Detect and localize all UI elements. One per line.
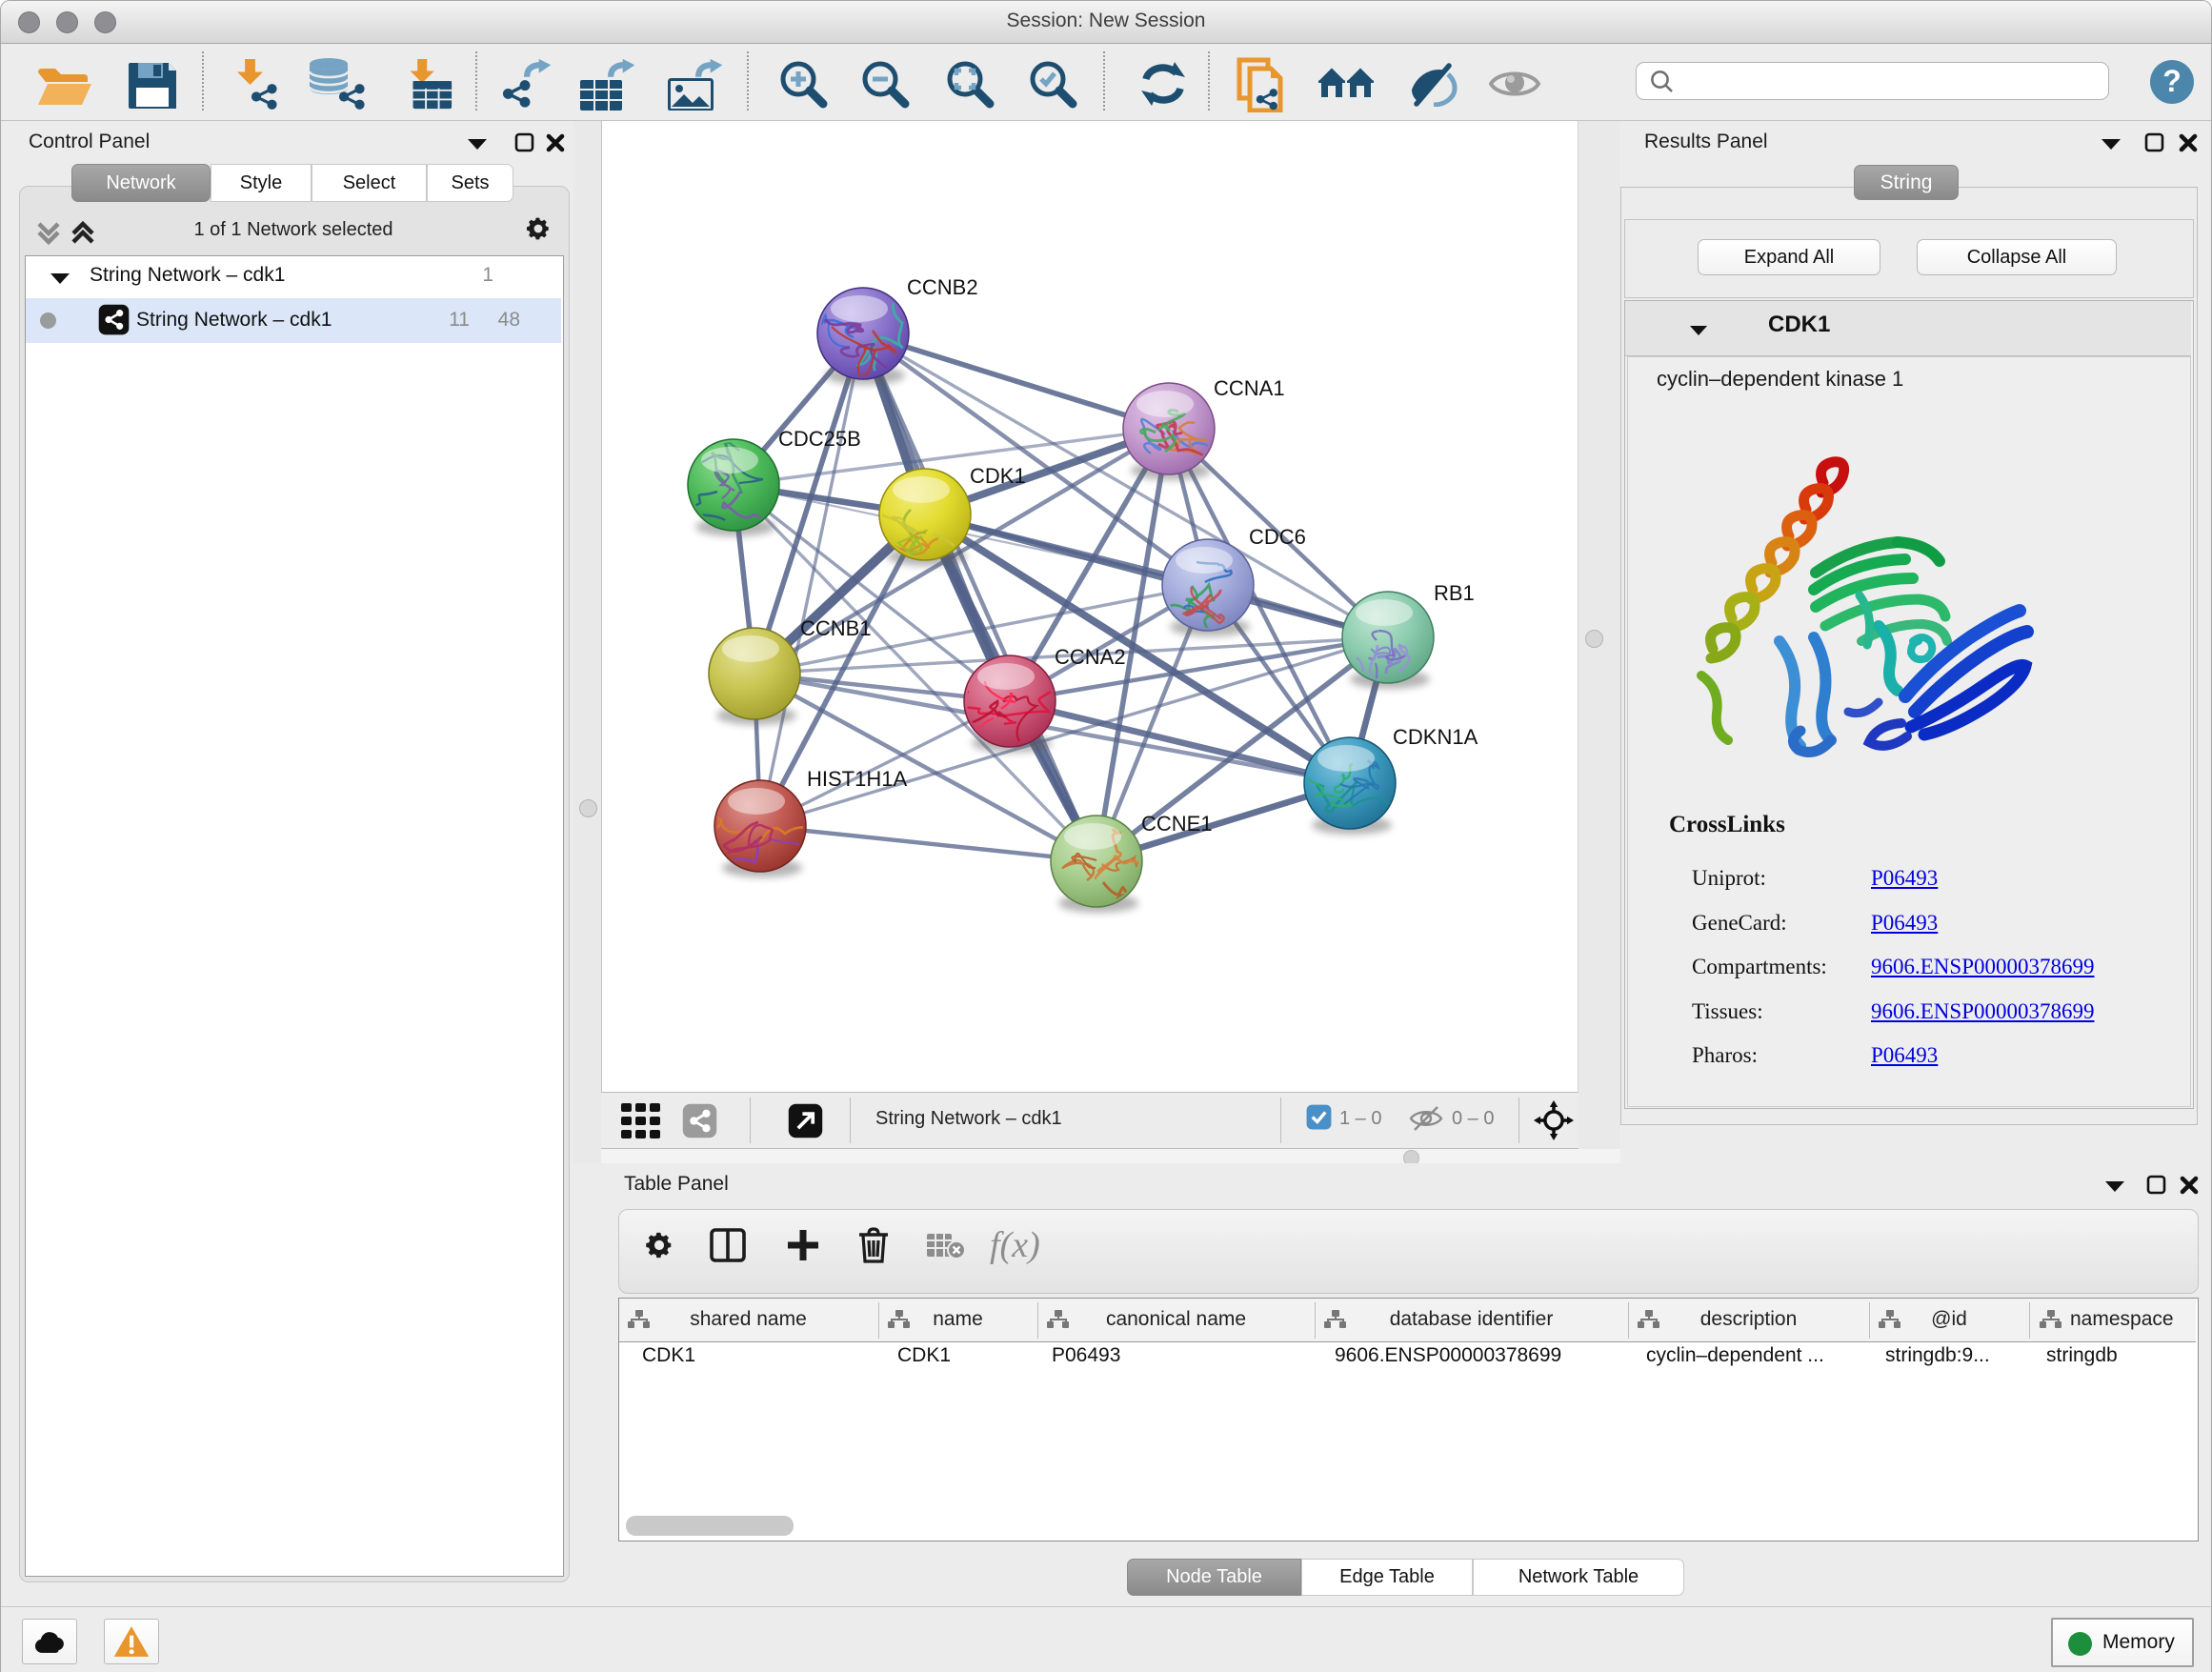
svg-text:CCNE1: CCNE1 [1141, 812, 1213, 836]
svg-text:CCNA2: CCNA2 [1055, 645, 1126, 669]
svg-text:CDC6: CDC6 [1249, 525, 1306, 549]
svg-text:?: ? [2162, 64, 2182, 98]
svg-text:CDC25B: CDC25B [778, 427, 861, 451]
svg-text:CCNB1: CCNB1 [800, 616, 872, 640]
svg-text:CDK1: CDK1 [970, 464, 1026, 488]
svg-text:CCNB2: CCNB2 [907, 275, 978, 299]
svg-text:RB1: RB1 [1434, 581, 1475, 605]
svg-text:CCNA1: CCNA1 [1214, 376, 1285, 400]
svg-text:HIST1H1A: HIST1H1A [807, 767, 907, 791]
svg-text:CDKN1A: CDKN1A [1393, 725, 1478, 749]
